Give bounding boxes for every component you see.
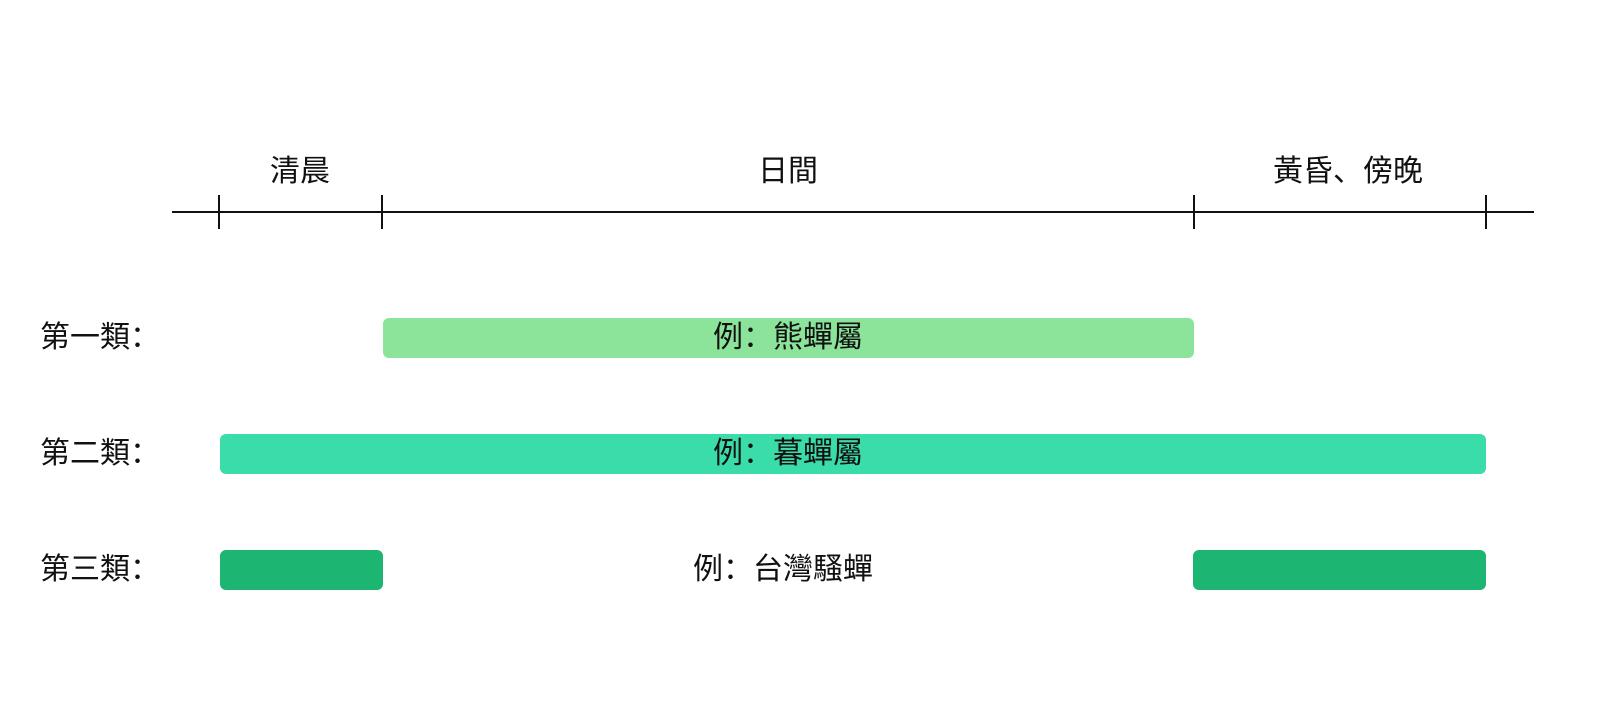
period-label-dusk: 黃昏、傍晚: [1273, 154, 1423, 189]
activity-bar-type-3-dawn: [220, 550, 383, 590]
axis-tick-end: [1485, 195, 1487, 229]
example-type-2: 例：暮蟬屬: [713, 436, 863, 471]
row-label-type-2: 第二類：: [40, 436, 160, 471]
example-type-1: 例：熊蟬屬: [713, 320, 863, 355]
period-label-day: 日間: [758, 154, 818, 189]
axis-tick-day-end: [1193, 195, 1195, 229]
timeline-axis: [172, 211, 1534, 213]
row-label-type-1: 第一類：: [40, 320, 160, 355]
axis-tick-dawn-end: [381, 195, 383, 229]
activity-bar-type-3-dusk: [1193, 550, 1486, 590]
axis-tick-start: [218, 195, 220, 229]
row-label-type-3: 第三類：: [40, 552, 160, 587]
period-label-dawn: 清晨: [270, 154, 330, 189]
example-type-3: 例：台灣騷蟬: [693, 552, 873, 587]
